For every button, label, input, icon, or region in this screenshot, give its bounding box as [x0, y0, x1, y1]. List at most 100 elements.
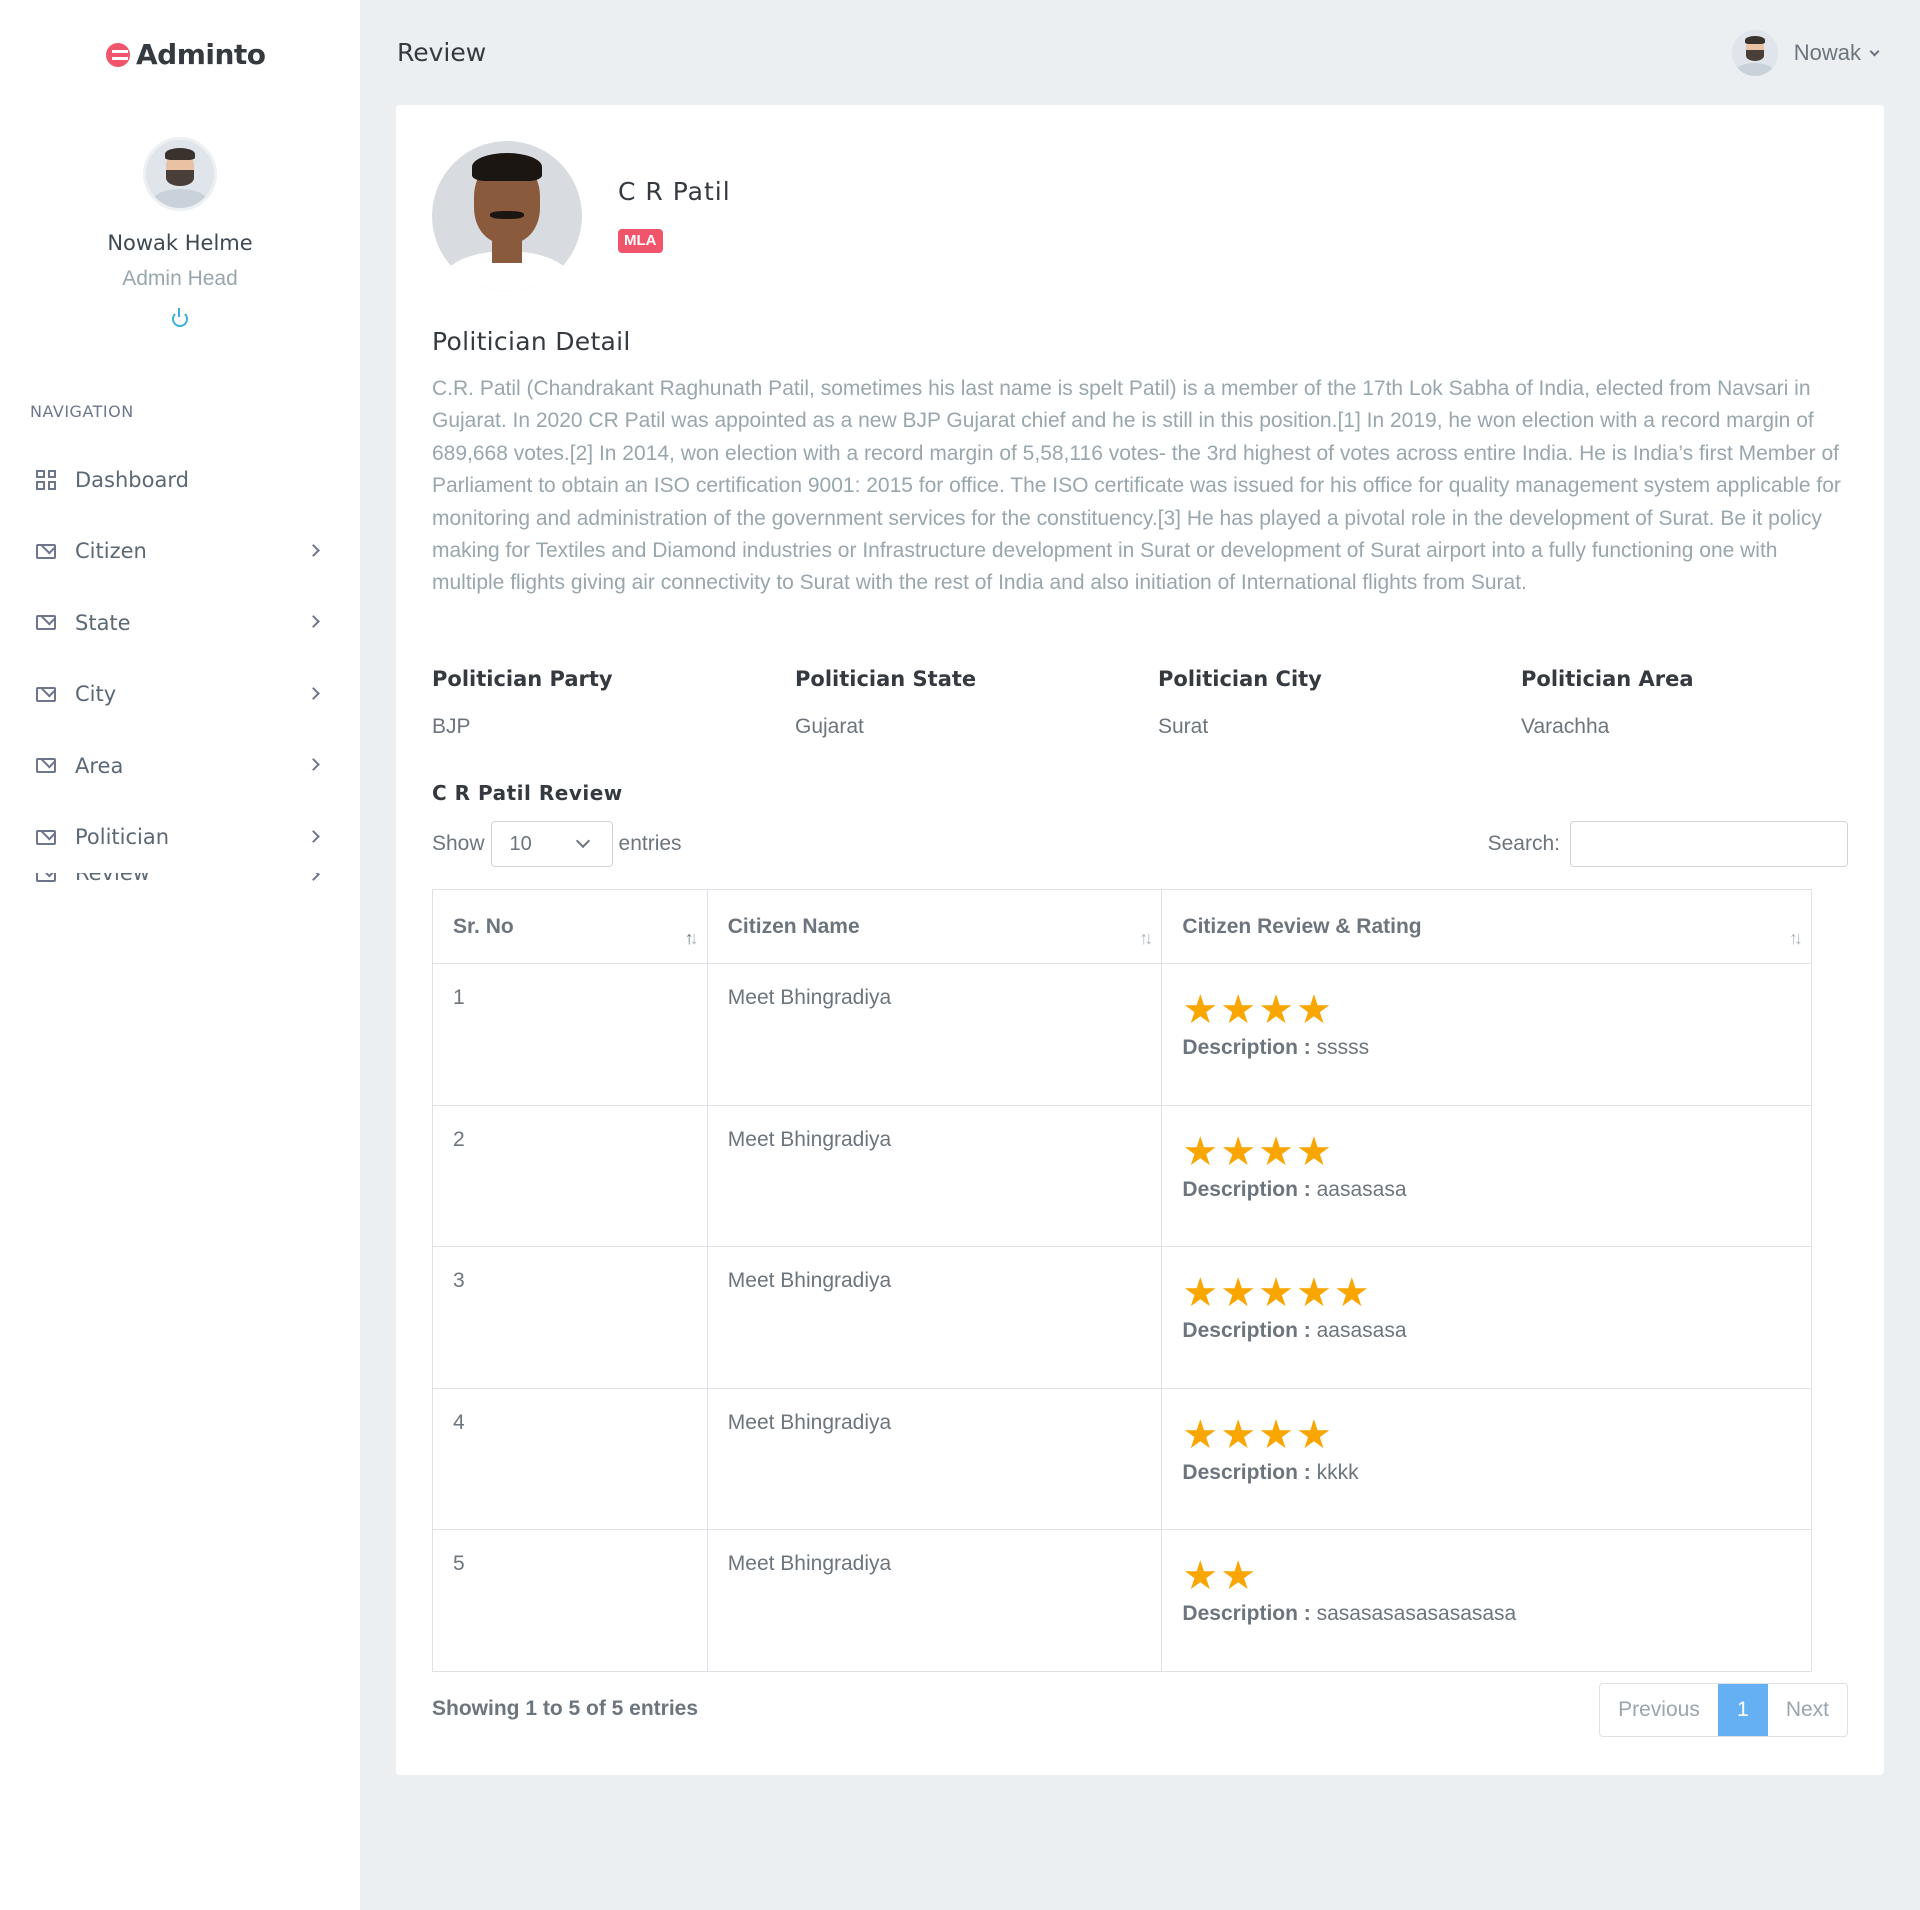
- sidebar-user-role: Admin Head: [122, 267, 238, 290]
- cell-citizen-name: Meet Bhingradiya: [706, 963, 1163, 1106]
- mail-icon: [36, 615, 56, 631]
- mail-icon: [36, 686, 56, 702]
- star-icon: ★: [1220, 988, 1259, 1032]
- star-rating: ★★: [1182, 1554, 1791, 1598]
- page-title: Review: [397, 38, 487, 67]
- previous-page-button[interactable]: Previous: [1600, 1684, 1718, 1736]
- cell-citizen-name: Meet Bhingradiya: [706, 1387, 1163, 1530]
- detail-area: Politician Area Varachha: [1521, 667, 1884, 739]
- column-header-sr-no[interactable]: Sr. No ↑↓: [432, 889, 708, 964]
- politician-name: C R Patil: [618, 177, 731, 206]
- detail-label: Politician State: [795, 667, 977, 691]
- table-row: 2 Meet Bhingradiya ★★★★ Description : aasas…: [432, 1104, 1812, 1247]
- description-label: Description :: [1182, 1460, 1311, 1484]
- detail-label: Politician City: [1158, 667, 1322, 691]
- cell-review-rating: ★★ Description : sasasasasasasasasa: [1161, 1529, 1812, 1672]
- politician-details: Politician Party BJP Politician State Gu…: [432, 667, 1884, 739]
- politician-description: C.R. Patil (Chandrakant Raghunath Patil,…: [432, 377, 1841, 595]
- table-search: Search:: [1488, 821, 1848, 867]
- detail-value: Varachha: [1521, 715, 1610, 738]
- review-description: Description : sasasasasasasasasa: [1182, 1602, 1791, 1626]
- chevron-right-icon: [307, 829, 320, 843]
- sidebar-item-label: Citizen: [75, 539, 147, 564]
- chevron-right-icon: [307, 615, 320, 628]
- sidebar-item-label: Area: [75, 753, 124, 778]
- sort-icon: ↑↓: [684, 928, 699, 948]
- description-text: aasasasa: [1316, 1177, 1407, 1201]
- table-row: 4 Meet Bhingradiya ★★★★ Description : kkkk: [432, 1387, 1812, 1530]
- cell-review-rating: ★★★★★ Description : aasasasa: [1161, 1246, 1812, 1389]
- avatar[interactable]: [1731, 30, 1778, 76]
- sidebar-item-area[interactable]: Area: [0, 730, 360, 802]
- cell-sr-no: 4: [432, 1387, 708, 1530]
- detail-label: Politician Area: [1521, 667, 1694, 691]
- cell-review-rating: ★★★★ Description : aasasasa: [1161, 1104, 1812, 1247]
- dashboard-icon: [36, 469, 56, 490]
- search-input[interactable]: [1570, 821, 1848, 867]
- sidebar-user-box: Nowak Helme Admin Head: [0, 137, 360, 327]
- table-info: Showing 1 to 5 of 5 entries: [432, 1697, 699, 1720]
- detail-city: Politician City Surat: [1158, 667, 1521, 739]
- star-icon: ★: [1220, 1271, 1259, 1315]
- star-icon: ★: [1182, 1129, 1221, 1174]
- sidebar-item-city[interactable]: City: [0, 659, 360, 731]
- politician-card: C R Patil MLA Politician Detail C.R. Pat…: [396, 105, 1884, 1775]
- detail-value: BJP: [432, 715, 471, 738]
- sidebar-item-label: Politician: [75, 825, 170, 850]
- star-rating: ★★★★: [1182, 1413, 1791, 1457]
- sidebar: Adminto Nowak Helme Admin Head NAVIGATIO…: [0, 0, 360, 1910]
- nav-section-title: NAVIGATION: [30, 402, 134, 421]
- avatar[interactable]: [143, 137, 217, 211]
- power-icon[interactable]: [172, 308, 188, 327]
- description-label: Description :: [1182, 1602, 1311, 1625]
- detail-state: Politician State Gujarat: [795, 667, 1158, 739]
- table-row: 1 Meet Bhingradiya ★★★★ Description : sssss: [432, 963, 1812, 1106]
- next-page-button[interactable]: Next: [1768, 1684, 1847, 1736]
- cell-sr-no: 3: [432, 1246, 708, 1389]
- review-description: Description : aasasasa: [1182, 1178, 1791, 1202]
- mail-icon: [36, 758, 56, 774]
- mail-icon: [36, 543, 56, 559]
- star-icon: ★: [1182, 988, 1221, 1032]
- cell-citizen-name: Meet Bhingradiya: [706, 1246, 1163, 1389]
- sidebar-item-politician[interactable]: Politician: [0, 802, 360, 874]
- review-description: Description : sssss: [1182, 1036, 1791, 1060]
- star-icon: ★: [1296, 1271, 1334, 1315]
- sidebar-item-review[interactable]: Review: [0, 873, 360, 899]
- cell-citizen-name: Meet Bhingradiya: [706, 1529, 1163, 1672]
- sidebar-user-name[interactable]: Nowak Helme: [0, 231, 360, 255]
- star-icon: ★: [1333, 1271, 1372, 1315]
- user-menu-name[interactable]: Nowak: [1794, 40, 1861, 66]
- sort-icon: ↑↓: [1789, 928, 1803, 948]
- table-row: 5 Meet Bhingradiya ★★ Description : sasasas…: [432, 1529, 1812, 1672]
- sidebar-item-state[interactable]: State: [0, 587, 360, 659]
- description-label: Description :: [1182, 1036, 1311, 1059]
- page-length-select[interactable]: 10: [490, 821, 613, 867]
- column-header-review-rating[interactable]: Citizen Review & Rating ↑↓: [1161, 889, 1812, 964]
- star-icon: ★: [1220, 1554, 1259, 1598]
- sidebar-item-dashboard[interactable]: Dashboard: [0, 444, 360, 516]
- chevron-right-icon: [307, 873, 320, 881]
- detail-value: Surat: [1158, 715, 1209, 738]
- sidebar-item-citizen[interactable]: Citizen: [0, 516, 360, 588]
- description-text: sasasasasasasasasa: [1316, 1602, 1517, 1625]
- description-text: kkkk: [1316, 1460, 1359, 1484]
- detail-value: Gujarat: [795, 715, 864, 738]
- cell-sr-no: 5: [432, 1529, 708, 1672]
- star-rating: ★★★★★: [1182, 1271, 1791, 1315]
- column-header-citizen-name[interactable]: Citizen Name ↑↓: [706, 889, 1163, 964]
- page-button-current[interactable]: 1: [1717, 1684, 1768, 1736]
- app-logo[interactable]: Adminto: [106, 38, 266, 71]
- topbar: Review Nowak: [360, 0, 1920, 105]
- star-icon: ★: [1182, 1412, 1221, 1457]
- detail-label: Politician Party: [432, 667, 613, 691]
- cell-review-rating: ★★★★ Description : sssss: [1161, 963, 1812, 1106]
- page-length-value: 10: [509, 832, 532, 855]
- description-label: Description :: [1182, 1319, 1311, 1342]
- star-icon: ★: [1296, 1129, 1334, 1174]
- user-menu[interactable]: Nowak: [1731, 30, 1880, 76]
- chevron-down-icon[interactable]: [1869, 46, 1880, 56]
- chevron-right-icon: [307, 686, 320, 700]
- section-title: Politician Detail: [432, 327, 631, 356]
- chevron-right-icon: [307, 543, 320, 557]
